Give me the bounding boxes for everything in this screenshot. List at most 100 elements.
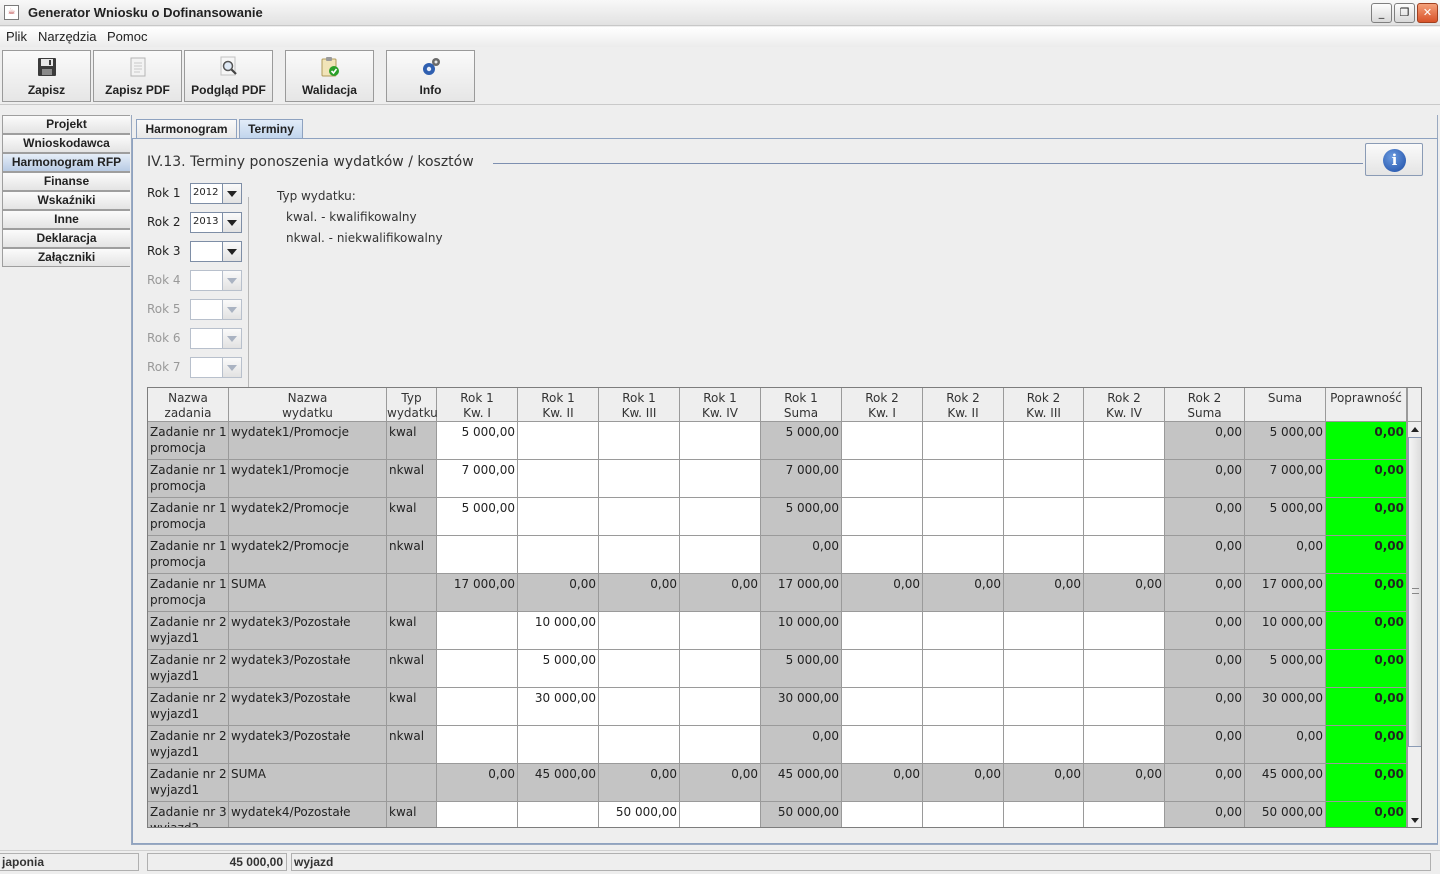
column-header[interactable]: Rok 2 Kw. IV [1084,388,1165,422]
rok1-kw1-cell[interactable] [437,612,518,650]
year-3-select[interactable] [190,241,242,262]
tab-terminy[interactable]: Terminy [239,119,303,139]
rok2-kw3-cell[interactable] [1004,536,1084,574]
rok2-kw3-cell[interactable] [1004,802,1084,827]
column-header[interactable]: Nazwa wydatku [229,388,387,422]
rok2-kw3-cell[interactable] [1004,688,1084,726]
rok1-kw2-cell[interactable] [518,498,599,536]
rok1-kw1-cell[interactable]: 7 000,00 [437,460,518,498]
rok1-kw1-cell[interactable] [437,536,518,574]
rok2-kw4-cell[interactable] [1084,802,1165,827]
sidebar-item-deklaracja[interactable]: Deklaracja [2,229,130,248]
rok1-kw1-cell[interactable] [437,726,518,764]
rok2-kw2-cell[interactable] [923,688,1004,726]
column-header[interactable]: Rok 1 Kw. II [518,388,599,422]
rok2-kw3-cell[interactable] [1004,498,1084,536]
rok1-kw2-cell[interactable] [518,536,599,574]
rok1-kw3-cell[interactable] [599,422,680,460]
scrollbar-thumb[interactable] [1408,437,1421,747]
rok2-kw3-cell[interactable] [1004,650,1084,688]
sidebar-item-projekt[interactable]: Projekt [2,115,130,134]
rok1-kw1-cell[interactable] [437,688,518,726]
rok1-kw3-cell[interactable]: 50 000,00 [599,802,680,827]
rok2-kw3-cell[interactable] [1004,460,1084,498]
save-button[interactable]: Zapisz [2,50,91,102]
rok1-kw4-cell[interactable] [680,536,761,574]
column-header[interactable]: Rok 2 Suma [1165,388,1245,422]
tab-harmonogram[interactable]: Harmonogram [136,119,237,139]
save-pdf-button[interactable]: Zapisz PDF [93,50,182,102]
menu-narzedzia[interactable]: Narzędzia [38,29,97,44]
rok1-kw2-cell[interactable] [518,802,599,827]
column-header[interactable]: Suma [1245,388,1326,422]
rok2-kw1-cell[interactable] [842,460,923,498]
rok2-kw1-cell[interactable] [842,536,923,574]
column-header[interactable]: Rok 1 Kw. I [437,388,518,422]
rok2-kw2-cell[interactable] [923,422,1004,460]
rok1-kw4-cell[interactable] [680,460,761,498]
info-toolbar-button[interactable]: Info [386,50,475,102]
rok2-kw2-cell[interactable] [923,460,1004,498]
rok1-kw4-cell[interactable] [680,650,761,688]
validate-button[interactable]: Walidacja [285,50,374,102]
close-button[interactable]: ✕ [1417,3,1438,23]
rok2-kw1-cell[interactable] [842,726,923,764]
rok1-kw2-cell[interactable]: 5 000,00 [518,650,599,688]
menu-pomoc[interactable]: Pomoc [107,29,147,44]
sidebar-item-wskazniki[interactable]: Wskaźniki [2,191,130,210]
rok2-kw4-cell[interactable] [1084,726,1165,764]
rok2-kw4-cell[interactable] [1084,498,1165,536]
rok1-kw1-cell[interactable] [437,650,518,688]
rok2-kw1-cell[interactable] [842,802,923,827]
rok2-kw4-cell[interactable] [1084,688,1165,726]
rok2-kw1-cell[interactable] [842,688,923,726]
rok2-kw1-cell[interactable] [842,612,923,650]
minimize-button[interactable]: _ [1371,3,1392,23]
rok1-kw3-cell[interactable] [599,536,680,574]
rok2-kw3-cell[interactable] [1004,422,1084,460]
rok1-kw1-cell[interactable]: 5 000,00 [437,422,518,460]
menu-plik[interactable]: Plik [6,29,27,44]
rok1-kw4-cell[interactable] [680,802,761,827]
rok1-kw4-cell[interactable] [680,726,761,764]
rok1-kw4-cell[interactable] [680,612,761,650]
vertical-scrollbar[interactable] [1407,422,1421,827]
rok1-kw1-cell[interactable]: 5 000,00 [437,498,518,536]
rok1-kw4-cell[interactable] [680,498,761,536]
column-header[interactable]: Rok 2 Kw. III [1004,388,1084,422]
sidebar-item-harmonogram-rfp[interactable]: Harmonogram RFP [2,153,130,172]
rok1-kw2-cell[interactable] [518,422,599,460]
rok2-kw1-cell[interactable] [842,422,923,460]
rok1-kw3-cell[interactable] [599,460,680,498]
rok2-kw4-cell[interactable] [1084,422,1165,460]
rok2-kw4-cell[interactable] [1084,536,1165,574]
rok1-kw2-cell[interactable] [518,726,599,764]
preview-pdf-button[interactable]: Podgląd PDF [184,50,273,102]
scroll-down-arrow-icon[interactable] [1408,813,1421,827]
rok2-kw4-cell[interactable] [1084,460,1165,498]
rok2-kw1-cell[interactable] [842,498,923,536]
rok2-kw2-cell[interactable] [923,536,1004,574]
rok1-kw3-cell[interactable] [599,688,680,726]
rok1-kw2-cell[interactable]: 30 000,00 [518,688,599,726]
rok2-kw3-cell[interactable] [1004,726,1084,764]
column-header[interactable]: Rok 2 Kw. II [923,388,1004,422]
rok1-kw1-cell[interactable] [437,802,518,827]
rok2-kw4-cell[interactable] [1084,650,1165,688]
rok2-kw2-cell[interactable] [923,802,1004,827]
column-header[interactable]: Typ wydatku [387,388,438,422]
rok2-kw2-cell[interactable] [923,498,1004,536]
rok2-kw2-cell[interactable] [923,650,1004,688]
rok2-kw1-cell[interactable] [842,650,923,688]
section-info-button[interactable]: i [1365,143,1423,176]
column-header[interactable]: Nazwa zadania [148,388,229,422]
rok1-kw3-cell[interactable] [599,498,680,536]
year-2-select[interactable]: 2013 [190,212,242,233]
column-header[interactable]: Poprawność [1326,388,1407,422]
column-header[interactable]: Rok 1 Kw. IV [680,388,761,422]
rok1-kw3-cell[interactable] [599,650,680,688]
restore-button[interactable]: ❐ [1394,3,1415,23]
rok1-kw2-cell[interactable] [518,460,599,498]
rok2-kw2-cell[interactable] [923,726,1004,764]
rok1-kw4-cell[interactable] [680,688,761,726]
